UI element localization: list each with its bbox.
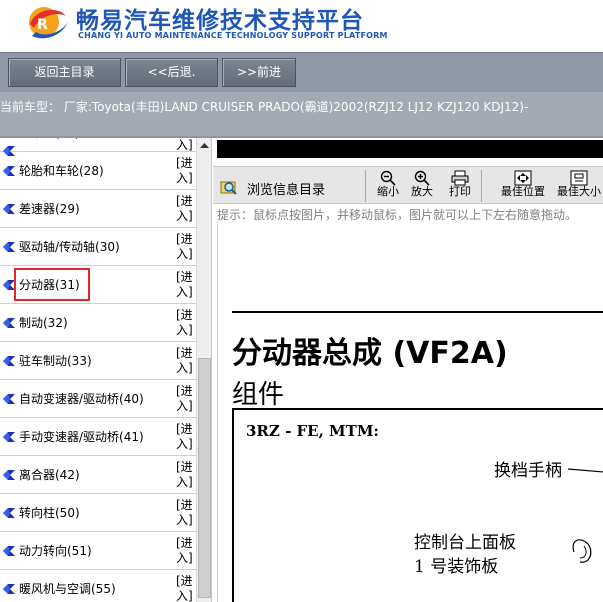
forward-button[interactable]: >>前进 [222,58,296,87]
sidebar-item-label[interactable]: 差速器(29) [19,200,80,217]
sidebar-item-label[interactable]: 离合器(42) [19,466,80,483]
print-label: 打印 [449,185,471,198]
current-vehicle-label: 当前车型： 厂家:Toyota(丰田)LAND CRUISER PRADO(霸道… [0,100,529,114]
diagram-image[interactable]: 分动器总成 (VF2A) 组件 3RZ - FE, MTM: 换档手柄 控制台上… [217,222,603,602]
header: R 畅易汽车维修技术支持平台 CHANG YI AUTO MAINTENANCE… [0,0,603,52]
sidebar-item-label[interactable]: 自动变速器/驱动桥(40) [19,390,144,407]
enter-link[interactable]: [进入] [176,460,193,490]
sidebar-item-label[interactable]: 驻车制动(33) [19,352,92,369]
hint-text: 提示：鼠标点按图片，并移动鼠标，图片就可以上下左右随意拖动。 [217,208,578,222]
zoom-in-icon [414,170,430,186]
enter-link[interactable]: [进入] [176,270,193,300]
nav-bar: 返回主目录 <<后退. >>前进 [0,52,603,92]
selection-highlight [14,268,90,301]
best-size-icon [570,170,588,186]
book-icon [3,546,15,556]
swirl-logo-icon: R [29,7,68,39]
sidebar: 悬架系(27)[进入]轮胎和车轮(28)[进入]差速器(29)[进入]驱动轴/传… [0,138,212,602]
sidebar-item[interactable]: 动力转向(51) [进入] [0,532,196,570]
sidebar-item-label[interactable]: 动力转向(51) [19,542,92,559]
enter-link[interactable]: [进入] [176,194,193,224]
sidebar-item-label[interactable]: 转向柱(50) [19,504,80,521]
vehicle-bar: 当前车型： 厂家:Toyota(丰田)LAND CRUISER PRADO(霸道… [0,92,603,138]
list-item[interactable]: 悬架系(27) [进入] [0,138,196,156]
sidebar-item[interactable]: 轮胎和车轮(28) [进入] [0,152,196,190]
printer-icon [451,170,469,186]
book-icon [3,508,15,518]
sidebar-scrollbar[interactable] [196,138,212,602]
svg-text:R: R [37,17,48,33]
app-window: R 畅易汽车维修技术支持平台 CHANG YI AUTO MAINTENANCE… [0,0,603,602]
zoom-out-button[interactable]: 缩小 [369,169,407,203]
diagram-leader-lines [567,468,603,563]
sidebar-item[interactable]: 自动变速器/驱动桥(40) [进入] [0,380,196,418]
book-icon [3,394,15,404]
platform-title: 畅易汽车维修技术支持平台 [76,8,364,34]
book-icon [3,166,15,176]
best-position-label: 最佳位置 [501,185,545,198]
book-icon [3,432,15,442]
toolbar-divider [481,170,482,202]
enter-link[interactable]: [进入] [176,384,193,414]
sidebar-item-label: 悬架系(27) [19,138,80,141]
home-button[interactable]: 返回主目录 [8,58,121,87]
enter-link[interactable]: [进入] [176,308,193,338]
enter-link[interactable]: [进入] [176,346,193,376]
sidebar-item[interactable]: 差速器(29) [进入] [0,190,196,228]
scrollbar-thumb[interactable] [198,358,211,598]
enter-link[interactable]: [进入] [176,422,193,452]
print-button[interactable]: 打印 [441,169,479,203]
sidebar-item-label[interactable]: 暖风机与空调(55) [19,580,116,597]
sidebar-item[interactable]: 驱动轴/传动轴(30) [进入] [0,228,196,266]
sidebar-item[interactable]: 暖风机与空调(55) [进入] [0,570,196,602]
sidebar-item-label[interactable]: 驱动轴/传动轴(30) [19,238,120,255]
content-header-strip [217,140,603,158]
book-icon [3,204,15,214]
enter-link[interactable]: [进入] [176,498,193,528]
zoom-out-label: 缩小 [377,185,399,198]
back-button[interactable]: <<后退. [125,58,218,87]
enter-link[interactable]: [进入] [176,574,193,602]
book-icon [3,318,15,328]
platform-subtitle: CHANG YI AUTO MAINTENANCE TECHNOLOGY SUP… [78,31,388,40]
book-icon [3,356,15,366]
sidebar-item[interactable]: 手动变速器/驱动桥(41) [进入] [0,418,196,456]
content-pane: 浏览信息目录 缩小 放大 打印 最佳位置 最佳大小 提示：鼠标点按图片，并移动鼠… [213,138,603,602]
sidebar-item[interactable]: 驻车制动(33) [进入] [0,342,196,380]
viewer-toolbar: 浏览信息目录 缩小 放大 打印 最佳位置 最佳大小 [213,166,603,204]
zoom-out-icon [380,170,396,186]
best-size-label: 最佳大小 [557,185,601,198]
sidebar-item[interactable]: 转向柱(50) [进入] [0,494,196,532]
best-position-button[interactable]: 最佳位置 [497,169,549,203]
sidebar-item[interactable]: 分动器(31) [进入] [0,266,196,304]
best-position-icon [514,170,532,186]
folder-magnifier-icon[interactable] [220,178,238,196]
zoom-in-button[interactable]: 放大 [403,169,441,203]
scroll-up-arrow-icon[interactable] [197,138,212,154]
sidebar-item-label[interactable]: 轮胎和车轮(28) [19,162,104,179]
sidebar-item[interactable]: 离合器(42) [进入] [0,456,196,494]
book-icon [3,242,15,252]
browse-directory-label[interactable]: 浏览信息目录 [247,179,325,198]
book-icon [3,584,15,594]
enter-link[interactable]: [进入] [176,138,193,152]
best-size-button[interactable]: 最佳大小 [553,169,603,203]
zoom-in-label: 放大 [411,185,433,198]
enter-link[interactable]: [进入] [176,156,193,186]
sidebar-item[interactable]: 制动(32) [进入] [0,304,196,342]
enter-link[interactable]: [进入] [176,536,193,566]
book-icon [3,470,15,480]
toolbar-divider [365,170,366,202]
sidebar-item-label[interactable]: 制动(32) [19,314,68,331]
enter-link[interactable]: [进入] [176,232,193,262]
sidebar-item-label[interactable]: 手动变速器/驱动桥(41) [19,428,144,445]
sidebar-list: 悬架系(27)[进入]轮胎和车轮(28)[进入]差速器(29)[进入]驱动轴/传… [0,138,196,602]
